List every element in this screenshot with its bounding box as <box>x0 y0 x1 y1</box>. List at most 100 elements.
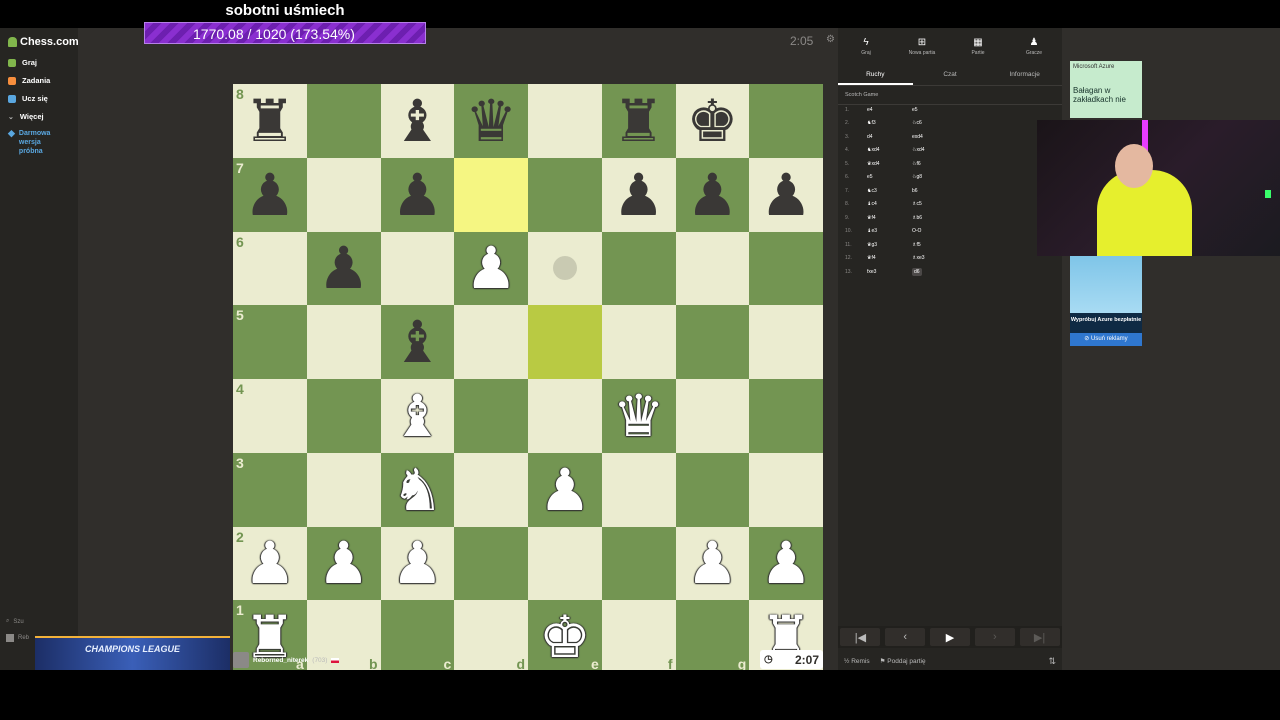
square-d8[interactable]: ♛ <box>454 84 528 158</box>
square-h3[interactable] <box>749 452 823 527</box>
white-move[interactable]: ♝c4 <box>867 201 912 207</box>
black-move[interactable]: b6 <box>912 188 957 194</box>
avatar[interactable] <box>233 652 249 668</box>
black-king-icon[interactable]: ♚ <box>686 92 738 150</box>
tab-info[interactable]: Informacje <box>987 64 1062 85</box>
square-f6[interactable] <box>601 231 676 306</box>
white-pawn-icon[interactable]: ♟ <box>686 534 738 592</box>
square-a5[interactable]: 5 <box>233 305 307 379</box>
square-b6[interactable]: ♟ <box>306 231 381 306</box>
square-a7[interactable]: 7 ♟ <box>233 157 307 232</box>
flip-board-icon[interactable]: ⇅ <box>1048 656 1056 667</box>
square-e4[interactable] <box>528 379 602 453</box>
sidebar-item-puzzles[interactable]: Zadania <box>8 76 50 85</box>
white-move[interactable]: ♞f3 <box>867 120 912 126</box>
black-move[interactable]: d6 <box>912 267 922 276</box>
square-a2[interactable]: 2 ♟ <box>233 526 307 601</box>
black-move[interactable]: ♗c5 <box>912 201 957 207</box>
black-rook-icon[interactable]: ♜ <box>613 92 665 150</box>
square-f3[interactable] <box>601 452 676 527</box>
white-move[interactable]: ♛g3 <box>867 242 912 248</box>
sidebar-item-play[interactable]: Graj <box>8 58 37 67</box>
sidebar-item-more[interactable]: ⌄ Więcej <box>8 112 44 121</box>
square-c7[interactable]: ♟ <box>380 157 455 232</box>
square-h6[interactable] <box>749 231 823 306</box>
square-f1[interactable]: f <box>601 600 676 670</box>
square-d6[interactable]: ♟ <box>454 231 528 306</box>
white-pawn-icon[interactable]: ♟ <box>391 534 443 592</box>
white-move[interactable]: ♛f4 <box>867 255 912 261</box>
tab-players[interactable]: ♟ Gracze <box>1006 28 1062 64</box>
square-b5[interactable] <box>306 305 381 379</box>
last-move-button[interactable]: ▶| <box>1019 628 1060 646</box>
tab-games[interactable]: ▦ Partie <box>950 28 1006 64</box>
white-move[interactable]: ♞c3 <box>867 188 912 194</box>
prev-move-button[interactable]: ‹ <box>885 628 926 646</box>
play-button[interactable]: ▶ <box>929 628 970 646</box>
square-g1[interactable]: g <box>675 600 750 670</box>
white-pawn-icon[interactable]: ♟ <box>244 534 296 592</box>
square-c8[interactable]: ♝ <box>380 84 455 158</box>
square-f2[interactable] <box>601 526 676 601</box>
white-king-icon[interactable]: ♚ <box>539 608 591 666</box>
move-hint-dot[interactable] <box>552 256 577 281</box>
white-bishop-icon[interactable]: ♝ <box>391 387 443 445</box>
square-f5[interactable] <box>601 305 676 379</box>
square-h8[interactable] <box>749 84 823 158</box>
sidebar-search[interactable]: ⌕ Szu <box>6 618 24 625</box>
square-e7[interactable] <box>528 157 602 232</box>
black-move[interactable]: e5 <box>912 107 957 113</box>
black-move[interactable]: O-O <box>912 228 957 234</box>
black-pawn-icon[interactable]: ♟ <box>686 166 738 224</box>
square-b4[interactable] <box>306 379 381 453</box>
square-g8[interactable]: ♚ <box>675 84 750 158</box>
square-e5[interactable] <box>528 305 602 379</box>
remove-ads-button[interactable]: ⊘ Usuń reklamy <box>1070 333 1142 346</box>
tab-chat[interactable]: Czat <box>913 64 988 85</box>
ad-banner[interactable]: Microsoft Azure Bałagan w zakładkach nie <box>1070 61 1142 118</box>
resign-button[interactable]: ⚑ Poddaj partię <box>880 657 926 665</box>
square-f8[interactable]: ♜ <box>601 84 676 158</box>
square-h7[interactable]: ♟ <box>749 157 823 232</box>
square-a6[interactable]: 6 <box>233 231 307 306</box>
ad-cta[interactable]: Wypróbuj Azure bezpłatnie <box>1070 313 1142 333</box>
square-f7[interactable]: ♟ <box>601 157 676 232</box>
black-pawn-icon[interactable]: ♟ <box>244 166 296 224</box>
black-pawn-icon[interactable]: ♟ <box>391 166 443 224</box>
square-e6[interactable] <box>528 231 602 306</box>
square-c3[interactable]: ♞ <box>380 452 455 527</box>
chess-logo[interactable]: Chess.com <box>8 36 79 48</box>
square-c4[interactable]: ♝ <box>380 379 455 453</box>
square-g4[interactable] <box>675 379 750 453</box>
square-b2[interactable]: ♟ <box>306 526 381 601</box>
draw-button[interactable]: ½ Remis <box>844 658 870 665</box>
square-d5[interactable] <box>454 305 528 379</box>
tab-new-game[interactable]: ⊞ Nowa partia <box>894 28 950 64</box>
white-pawn-icon[interactable]: ♟ <box>465 239 517 297</box>
square-d3[interactable] <box>454 452 528 527</box>
square-g6[interactable] <box>675 231 750 306</box>
black-move[interactable]: exd4 <box>912 134 957 140</box>
square-h4[interactable] <box>749 379 823 453</box>
white-pawn-icon[interactable]: ♟ <box>760 534 812 592</box>
square-d1[interactable]: d <box>454 600 528 670</box>
square-c6[interactable] <box>380 231 455 306</box>
white-pawn-icon[interactable]: ♟ <box>539 461 591 519</box>
sidebar-item-learn[interactable]: Ucz się <box>8 94 48 103</box>
white-move[interactable]: ♞xd4 <box>867 147 912 153</box>
first-move-button[interactable]: |◀ <box>840 628 881 646</box>
square-f4[interactable]: ♛ <box>601 379 676 453</box>
white-queen-icon[interactable]: ♛ <box>613 387 665 445</box>
black-move[interactable]: ♘xd4 <box>912 147 957 153</box>
black-move[interactable]: ♗b6 <box>912 215 957 221</box>
square-a8[interactable]: 8 ♜ <box>233 84 307 158</box>
gear-icon[interactable]: ⚙ <box>826 34 835 45</box>
white-move[interactable]: ♝e3 <box>867 228 912 234</box>
square-d4[interactable] <box>454 379 528 453</box>
black-pawn-icon[interactable]: ♟ <box>613 166 665 224</box>
black-rook-icon[interactable]: ♜ <box>244 92 296 150</box>
black-move[interactable]: ♗f5 <box>912 242 957 248</box>
square-e1[interactable]: e ♚ <box>528 600 602 670</box>
black-move[interactable]: ♘f6 <box>912 161 957 167</box>
square-c1[interactable]: c <box>380 600 455 670</box>
